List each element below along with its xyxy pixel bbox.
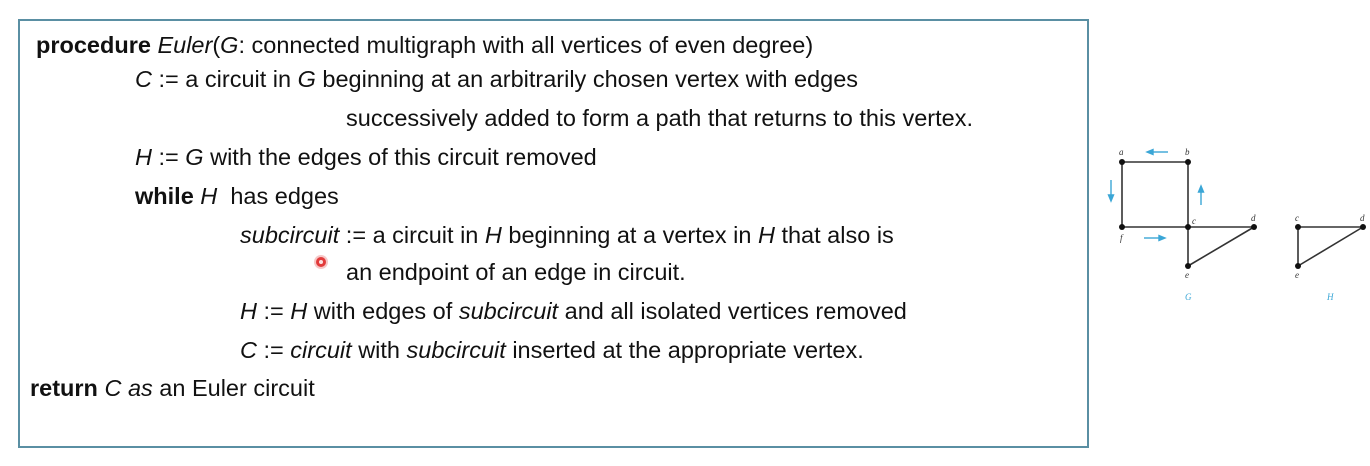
line-insert-subcircuit: C := circuit with subcircuit inserted at… (240, 336, 864, 364)
text-segment: and all isolated vertices removed (558, 298, 907, 324)
math-variable: C as (104, 375, 153, 401)
vertex-c (1185, 224, 1191, 230)
text-segment: with edges of (307, 298, 459, 324)
graph-g-label: G (1185, 292, 1192, 302)
text-segment: inserted at the appropriate vertex. (505, 337, 864, 363)
line-update-h: H := H with edges of subcircuit and all … (240, 297, 907, 325)
vertex-label-b: b (1185, 147, 1190, 157)
graph-h-label: H (1326, 292, 1334, 302)
keyword: procedure (36, 32, 158, 58)
text-segment: beginning at a vertex in (501, 222, 758, 248)
vertex-label-h-c: c (1295, 213, 1299, 223)
math-variable: subcircuit (458, 298, 559, 324)
vertex-f (1119, 224, 1125, 230)
text-segment: with (351, 337, 407, 363)
text-segment: that also is (774, 222, 894, 248)
line-return: return C as an Euler circuit (30, 374, 315, 402)
text-segment: := (256, 298, 291, 324)
text-segment: beginning at an arbitrarily chosen verte… (315, 66, 859, 92)
euler-graph-figure: a b c d e f c d e G H (1107, 147, 1366, 302)
vertex-e (1185, 263, 1191, 269)
text-segment: an endpoint of an edge in circuit. (346, 259, 686, 285)
line-subcircuit-cont: an endpoint of an edge in circuit. (346, 258, 686, 286)
math-variable: H (290, 298, 308, 324)
text-segment: with the edges of this circuit removed (203, 144, 597, 170)
cursor-pointer-icon (316, 257, 326, 267)
edge-ed (1187, 226, 1255, 267)
vertex-a (1119, 159, 1125, 165)
text-segment: successively added to form a path that r… (346, 105, 973, 131)
math-variable: Euler (157, 32, 213, 58)
vertex-h-d (1360, 224, 1366, 230)
line-while: while H has edges (135, 182, 339, 210)
math-variable: H (484, 222, 502, 248)
text-segment: := (151, 144, 186, 170)
line-init-circuit-cont: successively added to form a path that r… (346, 104, 973, 132)
line-subcircuit: subcircuit := a circuit in H beginning a… (240, 221, 894, 249)
edge-h-ed (1297, 226, 1364, 267)
math-variable: G (297, 66, 316, 92)
text-segment: an Euler circuit (152, 375, 315, 401)
math-variable: subcircuit (406, 337, 506, 363)
math-variable: C (135, 66, 152, 92)
math-variable: C (240, 337, 257, 363)
vertex-label-h-e: e (1295, 270, 1299, 280)
vertex-h-e (1295, 263, 1301, 269)
line-procedure: procedure Euler(G: connected multigraph … (36, 31, 813, 59)
text-segment: := (256, 337, 291, 363)
text-segment: : connected multigraph with all vertices… (238, 32, 814, 58)
vertex-label-a: a (1119, 147, 1124, 157)
math-variable: H (757, 222, 775, 248)
vertex-h-c (1295, 224, 1301, 230)
text-segment: ( (212, 32, 221, 58)
math-variable: H (200, 183, 218, 209)
vertex-label-f: f (1120, 233, 1124, 243)
math-variable: H (135, 144, 152, 170)
vertex-label-d: d (1251, 213, 1256, 223)
vertex-label-e: e (1185, 270, 1189, 280)
text-segment: has edges (217, 183, 339, 209)
math-variable: G (220, 32, 239, 58)
vertex-label-c: c (1192, 216, 1196, 226)
line-init-circuit: C := a circuit in G beginning at an arbi… (135, 65, 858, 93)
vertex-d (1251, 224, 1257, 230)
keyword: while (135, 183, 201, 209)
vertex-label-h-d: d (1360, 213, 1365, 223)
math-variable: subcircuit (240, 222, 340, 248)
math-variable: G (185, 144, 204, 170)
vertex-b (1185, 159, 1191, 165)
line-init-h: H := G with the edges of this circuit re… (135, 143, 597, 171)
text-segment: := a circuit in (151, 66, 298, 92)
keyword: return (30, 375, 105, 401)
text-segment: := a circuit in (339, 222, 485, 248)
math-variable: circuit (290, 337, 352, 363)
math-variable: H (240, 298, 257, 324)
